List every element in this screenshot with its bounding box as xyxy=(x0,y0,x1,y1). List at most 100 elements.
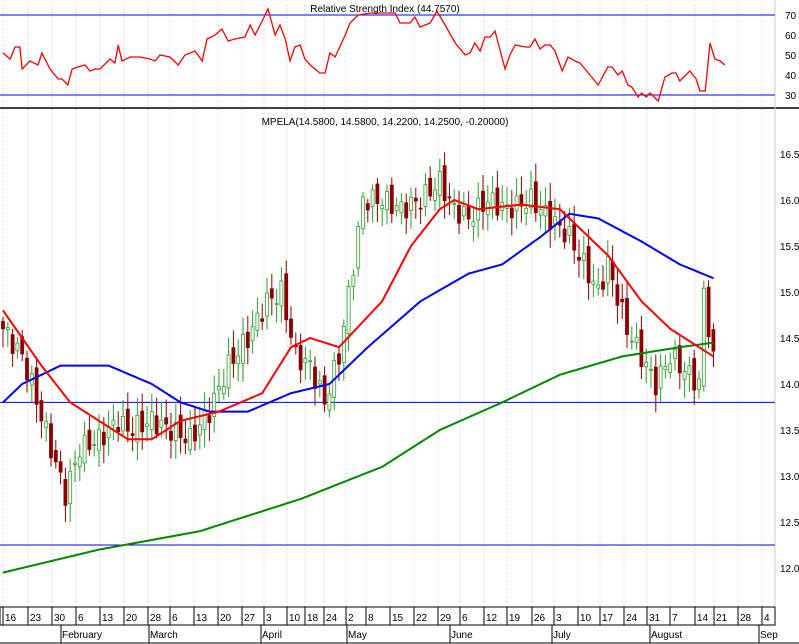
week-label: 29 xyxy=(440,613,452,624)
month-label: Sep xyxy=(760,630,778,641)
stock-chart: 30 40 50 60 70 12.0 12.5 13.0 13.5 14.0 14.5 15.0 1… xyxy=(0,0,799,644)
candle-body xyxy=(433,189,437,201)
candle-body xyxy=(289,318,293,338)
candle-body xyxy=(461,206,466,217)
week-label: 26 xyxy=(534,613,546,624)
week-label: 28 xyxy=(150,613,162,624)
chart-canvas: 3040506070 12.012.513.013.514.014.515.01… xyxy=(0,0,799,644)
candle-body xyxy=(567,226,572,236)
week-label: 20 xyxy=(126,613,138,624)
candle-body xyxy=(183,438,188,444)
candle-body xyxy=(92,444,97,446)
price-title: MPELA(14.5800, 14.5800, 14.2200, 14.2500… xyxy=(262,117,509,128)
candle-body xyxy=(404,202,409,219)
rsi-tick-label: 50 xyxy=(785,51,797,62)
candle-body xyxy=(442,165,447,202)
week-label: 13 xyxy=(102,613,114,624)
candle-body xyxy=(58,461,63,473)
candle-body xyxy=(25,357,29,381)
candle-body xyxy=(495,187,500,216)
week-label: 19 xyxy=(509,613,521,624)
candle-body xyxy=(538,208,543,216)
candle-body xyxy=(428,177,433,197)
candle-body xyxy=(591,280,596,285)
candle-body xyxy=(15,342,20,352)
candle-body xyxy=(581,253,586,262)
candle-body xyxy=(111,419,116,426)
candle-body xyxy=(423,184,428,207)
candle-body xyxy=(572,223,577,251)
month-label: May xyxy=(348,630,367,641)
candle-body xyxy=(269,288,274,299)
candle-body xyxy=(121,416,125,432)
candle-body xyxy=(63,479,68,506)
candle-body xyxy=(389,184,394,214)
candle-body xyxy=(447,196,452,199)
candle-body xyxy=(226,354,231,389)
candle-body xyxy=(346,285,351,335)
candle-body xyxy=(668,363,673,373)
candle-body xyxy=(639,329,644,367)
candle-body xyxy=(197,424,202,436)
rsi-line xyxy=(2,7,726,103)
date-axis: 16 23 30 6 13 20 28 6 13 20 27 3 10 18 24 2 8 15 22 29 6 12 19… xyxy=(0,606,799,644)
candle-body xyxy=(135,414,140,443)
candle-body xyxy=(514,195,519,212)
candle-body xyxy=(457,204,461,224)
week-label: 6 xyxy=(78,613,84,624)
week-label: 8 xyxy=(368,613,374,624)
week-label: 20 xyxy=(220,613,232,624)
candle-body xyxy=(313,366,317,389)
candle-body xyxy=(615,284,620,306)
week-label: 15 xyxy=(392,613,404,624)
candle-body xyxy=(322,375,327,405)
candle-body xyxy=(97,428,101,452)
month-label: June xyxy=(451,630,473,641)
candle-body xyxy=(596,284,601,289)
candle-body xyxy=(68,470,73,505)
candle-body xyxy=(53,450,58,463)
candle-body xyxy=(586,246,591,284)
candle-body xyxy=(284,273,289,321)
week-label: 14 xyxy=(697,613,709,624)
candle-body xyxy=(524,207,529,214)
price-tick-label: 12.5 xyxy=(780,518,799,529)
week-label: 22 xyxy=(416,613,428,624)
week-label: 30 xyxy=(54,613,66,624)
candle-body xyxy=(44,421,49,429)
candle-body xyxy=(375,183,380,204)
month-label: April xyxy=(262,630,282,641)
price-tick-label: 13.0 xyxy=(780,472,799,483)
month-label: July xyxy=(553,630,571,641)
candle-body xyxy=(452,202,457,205)
week-label: 13 xyxy=(196,613,208,624)
week-label: 2 xyxy=(348,613,354,624)
candle-body xyxy=(629,340,634,343)
candle-body xyxy=(39,400,44,422)
month-label: February xyxy=(62,630,102,641)
candle-body xyxy=(116,426,121,432)
candle-body xyxy=(673,349,677,359)
candle-body xyxy=(82,434,87,464)
ma-long-line xyxy=(2,341,714,574)
candle-body xyxy=(706,286,711,338)
week-label: 24 xyxy=(626,613,638,624)
candle-body xyxy=(711,329,716,352)
candle-body xyxy=(577,256,581,261)
candle-body xyxy=(279,280,284,307)
week-label: 28 xyxy=(740,613,752,624)
candle-body xyxy=(207,415,212,424)
grid xyxy=(0,0,799,606)
week-label: 4 xyxy=(764,613,770,624)
candle-body xyxy=(265,292,269,317)
candle-body xyxy=(34,367,39,405)
candle-body xyxy=(548,200,553,230)
candle-body xyxy=(356,225,361,269)
price-tick-label: 16.5 xyxy=(780,150,799,161)
candle-body xyxy=(164,417,169,425)
candle-body xyxy=(125,408,130,432)
candle-body xyxy=(188,427,193,451)
price-panel: 12.0 12.5 13.0 13.5 14.0 14.5 15.0 15.5 16.0 16.5 xyxy=(0,150,799,575)
price-tick-label: 13.5 xyxy=(780,426,799,437)
rsi-title: Relative Strength Index (44.7570) xyxy=(310,4,460,15)
